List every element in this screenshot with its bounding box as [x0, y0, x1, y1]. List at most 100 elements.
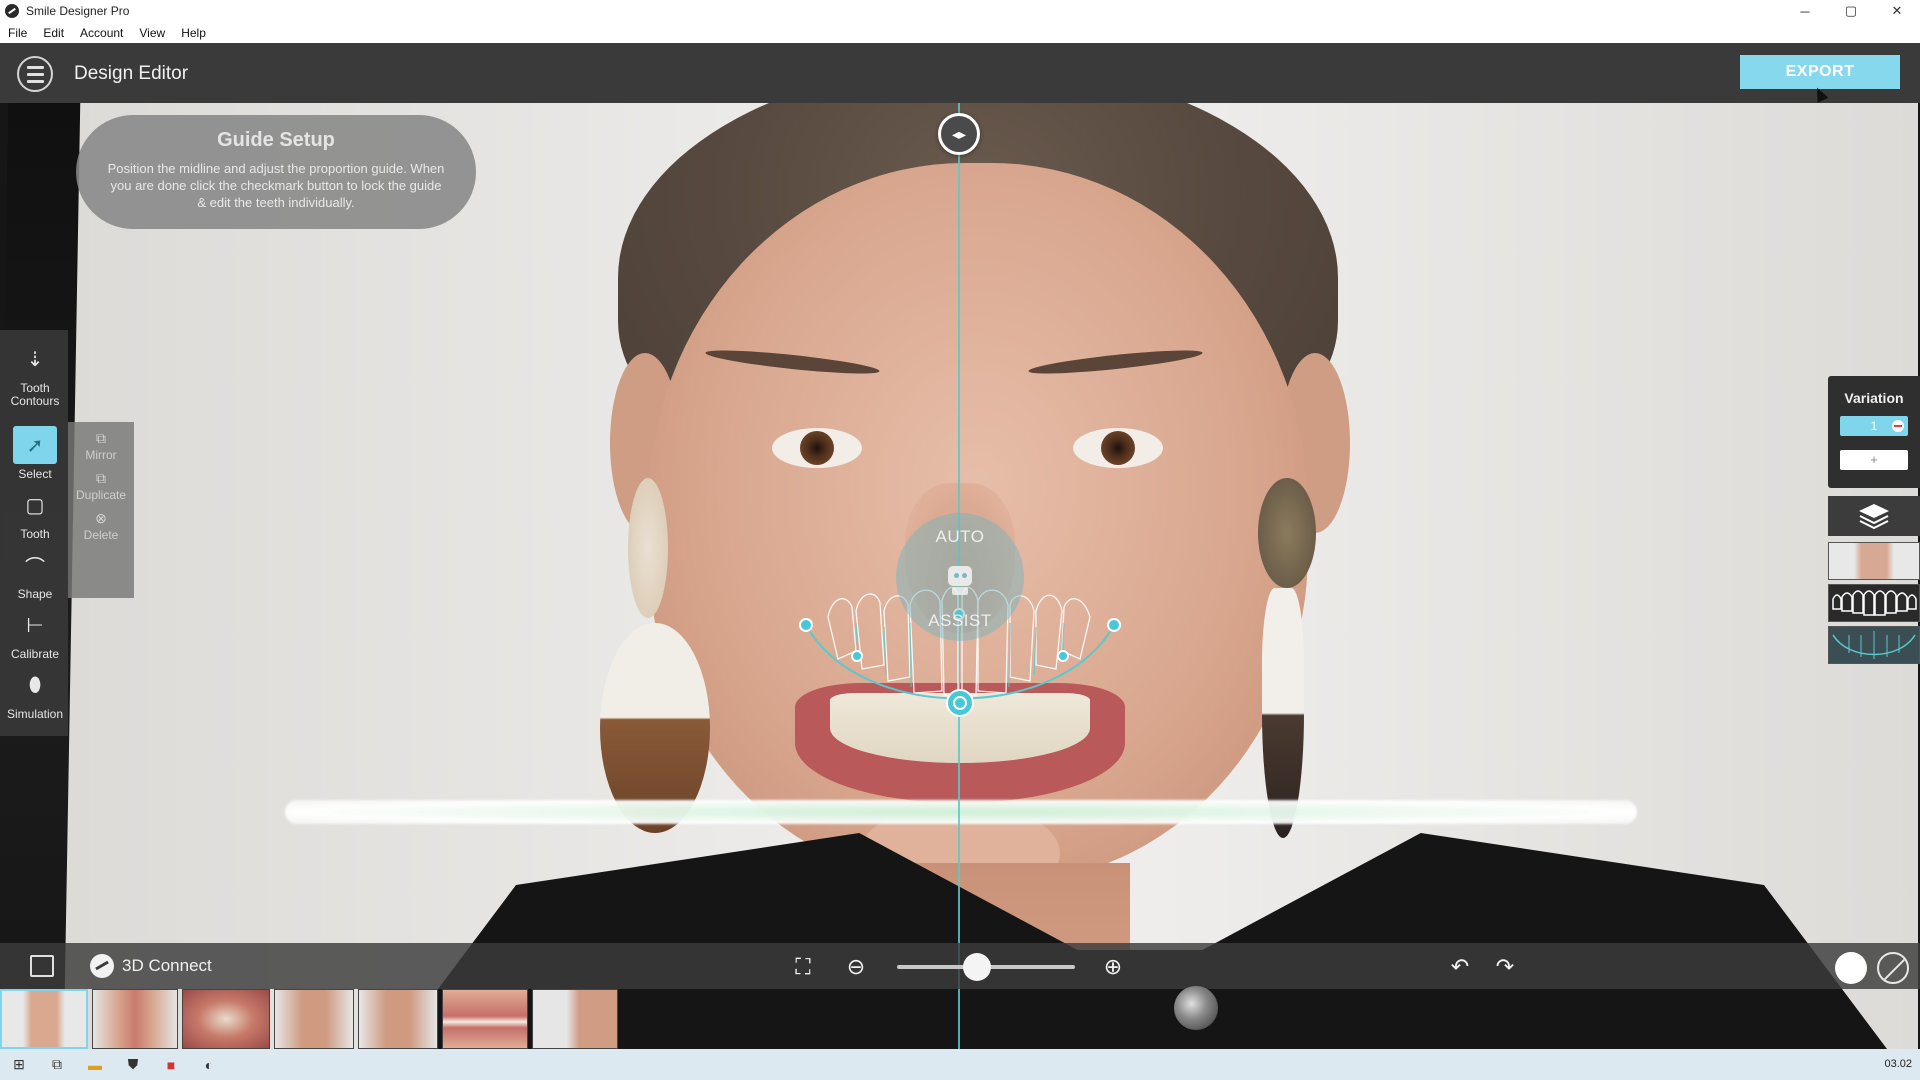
- os-taskbar: ⊞ ⧉ ▬ ⛊ ■ ◐ 03.02: [0, 1049, 1920, 1080]
- page-title: Design Editor: [74, 63, 189, 84]
- calibrate-ruler-icon: ⊢: [26, 614, 44, 637]
- layer-thumb-photo[interactable]: [1828, 542, 1920, 580]
- maximize-button[interactable]: ▢: [1828, 0, 1874, 22]
- guide-move-handle-icon[interactable]: [946, 689, 974, 717]
- add-variation-button[interactable]: +: [1840, 450, 1908, 470]
- redo-icon[interactable]: ↷: [1491, 953, 1519, 981]
- window-controls: ─ ▢ ✕: [1782, 0, 1920, 22]
- thumbnail-face-profile[interactable]: [532, 989, 618, 1049]
- tool-tooth[interactable]: ▢ Tooth: [0, 486, 70, 541]
- layers-icon: [1859, 504, 1889, 530]
- tool-calibrate-label: Calibrate: [10, 647, 60, 661]
- tool-tooth-contours[interactable]: ⇣ Tooth Contours: [0, 340, 70, 408]
- mirror-button[interactable]: ⧉ Mirror: [68, 430, 134, 462]
- tool-simulation[interactable]: ⬮ Simulation: [0, 666, 70, 721]
- simulation-tooth-icon: ⬮: [28, 673, 42, 696]
- export-button[interactable]: EXPORT: [1740, 55, 1900, 89]
- robot-icon: [942, 562, 978, 596]
- menu-account[interactable]: Account: [72, 26, 131, 40]
- bottom-toolbar: 3D Connect ⛶ ⊖ ⊕ ↶ ↷: [0, 943, 1920, 989]
- thumbnail-lips-closeup[interactable]: [442, 989, 528, 1049]
- layer-thumb-teeth[interactable]: [1828, 584, 1920, 622]
- tool-tooth-label: Tooth: [20, 527, 50, 541]
- delete-label: Delete: [83, 528, 119, 542]
- tool-simulation-label: Simulation: [6, 707, 64, 721]
- 3d-connect-button[interactable]: 3D Connect: [90, 954, 212, 978]
- duplicate-label: Duplicate: [75, 488, 127, 502]
- remove-variation-icon[interactable]: [1892, 420, 1904, 432]
- tool-select[interactable]: ➚ Select: [0, 426, 70, 481]
- variation-chip-selected[interactable]: 1: [1840, 416, 1908, 436]
- no-color-swatch-icon[interactable]: [1877, 952, 1909, 984]
- menu-bar: File Edit Account View Help: [0, 22, 1920, 43]
- 3d-connect-icon: [90, 954, 114, 978]
- photo-thumbnail-strip: [0, 989, 630, 1049]
- mirror-icon: ⧉: [96, 430, 106, 446]
- guide-layer-icon: [1832, 631, 1916, 659]
- task-view-icon[interactable]: ⧉: [38, 1049, 76, 1080]
- menu-file[interactable]: File: [0, 26, 35, 40]
- guide-setup-body: Position the midline and adjust the prop…: [107, 161, 445, 210]
- layers-button[interactable]: [1828, 496, 1920, 536]
- thumbnail-face-retractor[interactable]: [92, 989, 178, 1049]
- hamburger-menu-icon[interactable]: [17, 56, 53, 92]
- smile-designer-taskbar-icon[interactable]: ◐: [190, 1049, 228, 1080]
- menu-view[interactable]: View: [131, 26, 173, 40]
- necklace-ornament: [1174, 986, 1218, 1030]
- zoom-out-icon[interactable]: ⊖: [842, 953, 870, 981]
- guide-setup-card: Guide Setup Position the midline and adj…: [76, 115, 476, 229]
- tooth-outline-icon: ▢: [25, 494, 45, 517]
- tool-calibrate[interactable]: ⊢ Calibrate: [0, 606, 70, 661]
- menu-help[interactable]: Help: [173, 26, 214, 40]
- midline-drag-handle-icon[interactable]: ◂▸: [938, 113, 980, 155]
- layer-thumb-guide[interactable]: [1828, 626, 1920, 664]
- guide-point-left-inner: [851, 650, 863, 662]
- menu-edit[interactable]: Edit: [35, 26, 72, 40]
- thumbnail-face-front-3[interactable]: [358, 989, 438, 1049]
- 3d-connect-label: 3D Connect: [122, 956, 212, 975]
- windows-start-icon[interactable]: ⊞: [0, 1049, 38, 1080]
- auto-assist-button[interactable]: AUTO ASSIST: [896, 513, 1024, 641]
- guide-point-right-inner: [1057, 650, 1069, 662]
- tooth-contours-icon: ⇣: [26, 348, 44, 371]
- file-explorer-icon[interactable]: ▬: [76, 1049, 114, 1080]
- taskbar-clock: 03.02: [1884, 1058, 1912, 1070]
- zoom-slider-knob[interactable]: [963, 953, 992, 981]
- variation-title: Variation: [1844, 390, 1904, 406]
- design-canvas[interactable]: ◂▸ AUTO ASSIST Guide Setup Position the …: [0, 103, 1920, 1049]
- red-app-icon[interactable]: ■: [152, 1049, 190, 1080]
- minimize-button[interactable]: ─: [1782, 0, 1828, 22]
- white-color-swatch[interactable]: [1835, 952, 1867, 984]
- zoom-in-icon[interactable]: ⊕: [1099, 953, 1127, 981]
- app-header: Design Editor EXPORT: [0, 43, 1920, 103]
- thumbnail-occlusal-view[interactable]: [182, 989, 270, 1049]
- tool-select-label: Select: [18, 467, 52, 481]
- duplicate-button[interactable]: ⧉ Duplicate: [68, 470, 134, 502]
- open-folder-icon[interactable]: [30, 955, 54, 977]
- close-button[interactable]: ✕: [1874, 0, 1920, 22]
- mirror-label: Mirror: [85, 448, 117, 462]
- auto-assist-bottom-label: ASSIST: [928, 611, 992, 630]
- window-titlebar: Smile Designer Pro ─ ▢ ✕: [0, 0, 1920, 22]
- variation-panel: Variation 1 +: [1828, 376, 1920, 488]
- shape-curve-icon: ⌒: [25, 556, 45, 579]
- guide-point-right: [1107, 618, 1121, 632]
- security-shield-icon[interactable]: ⛊: [114, 1049, 152, 1080]
- delete-icon: ⊗: [95, 510, 107, 526]
- thumbnail-face-front-2[interactable]: [274, 989, 354, 1049]
- tool-shape[interactable]: ⌒ Shape: [0, 546, 70, 601]
- guide-point-left: [799, 618, 813, 632]
- select-arrow-icon: ➚: [13, 426, 57, 464]
- fit-screen-icon[interactable]: ⛶: [789, 953, 817, 981]
- left-tool-strip: ⇣ Tooth Contours ➚ Select ▢ Tooth ⌒ Shap…: [0, 330, 68, 736]
- undo-icon[interactable]: ↶: [1446, 953, 1474, 981]
- app-logo-icon: [5, 4, 19, 18]
- tool-shape-label: Shape: [17, 587, 53, 601]
- window-title: Smile Designer Pro: [26, 4, 130, 18]
- auto-assist-top-label: AUTO: [935, 527, 985, 546]
- delete-button[interactable]: ⊗ Delete: [68, 510, 134, 542]
- thumbnail-face-front-smile[interactable]: [0, 989, 88, 1049]
- variation-chip-label: 1: [1870, 419, 1878, 433]
- select-sub-tools: ⧉ Mirror ⧉ Duplicate ⊗ Delete: [68, 422, 134, 598]
- guide-setup-title: Guide Setup: [217, 129, 335, 151]
